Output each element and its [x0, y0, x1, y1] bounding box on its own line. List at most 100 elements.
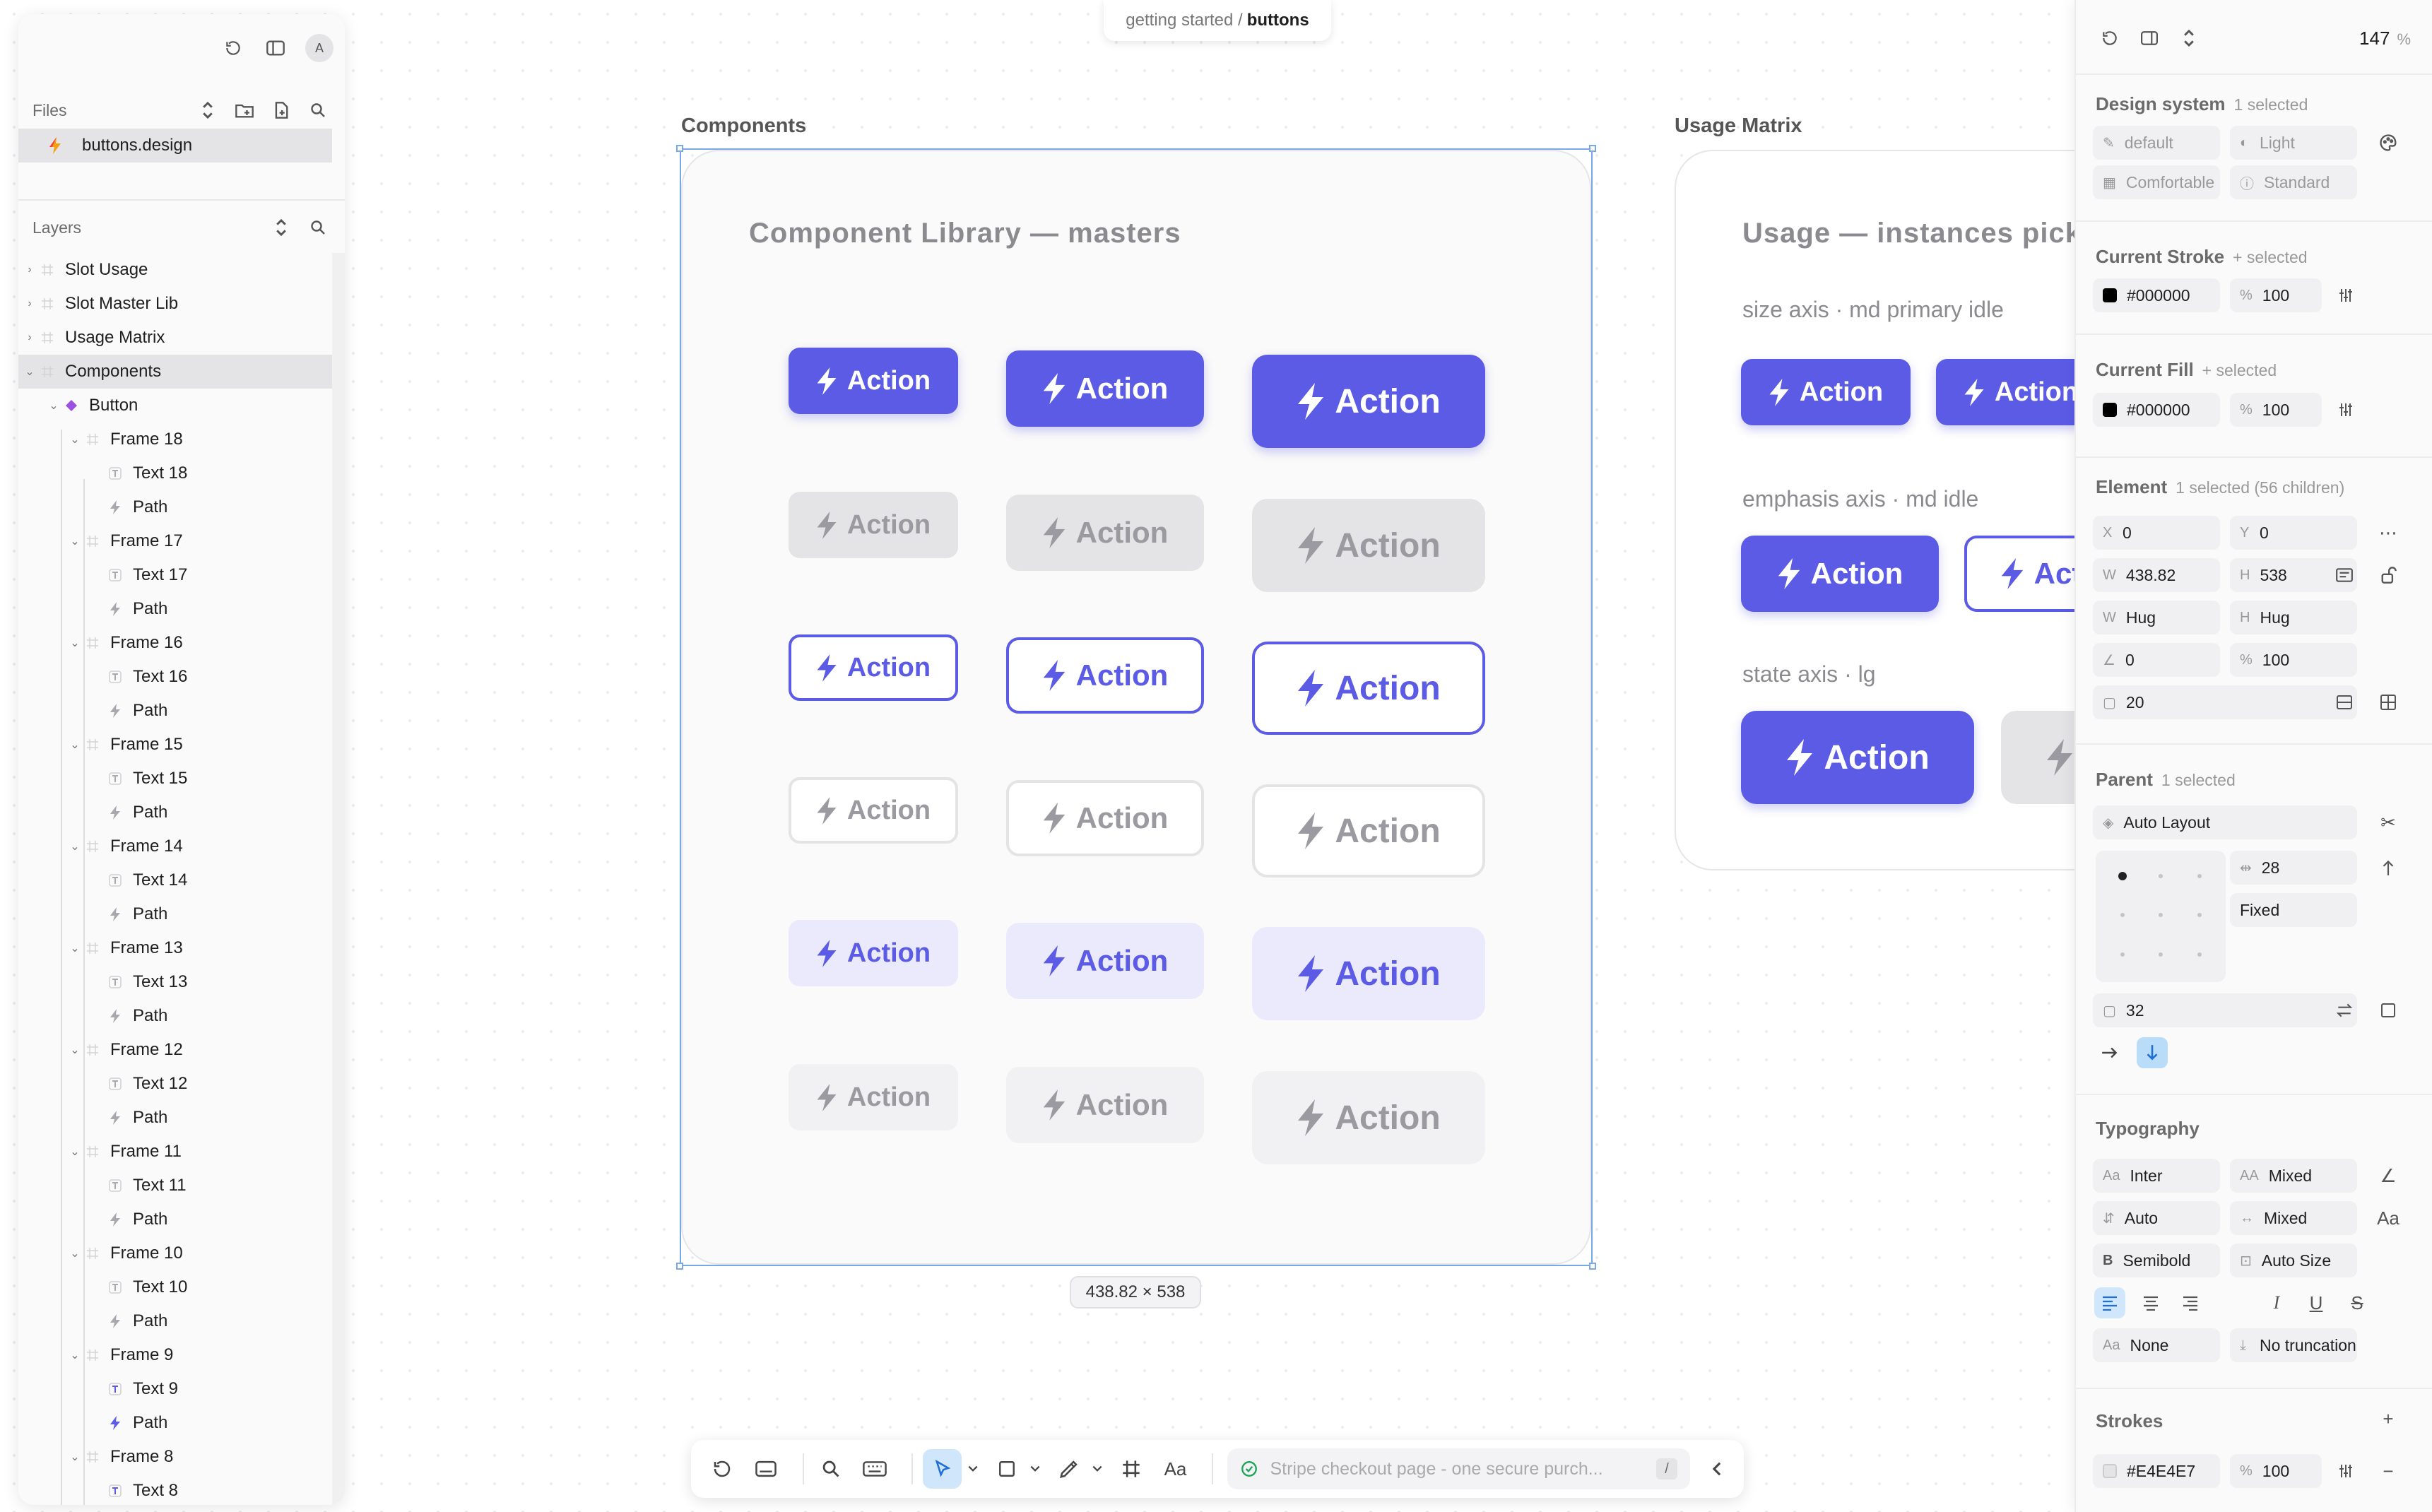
underline-icon[interactable]: U: [2303, 1290, 2329, 1316]
action-button-outline-disabled-md[interactable]: Action: [1006, 780, 1204, 856]
rectangle-tool-icon[interactable]: [990, 1449, 1024, 1489]
radius-field[interactable]: ▢ 20: [2093, 685, 2357, 719]
layer-item[interactable]: Path: [18, 592, 332, 626]
arrow-down-icon[interactable]: [2137, 1037, 2168, 1068]
strokes-settings-icon[interactable]: [2333, 1458, 2359, 1484]
align-right-icon[interactable]: [2178, 1290, 2203, 1316]
history-icon[interactable]: [220, 35, 246, 61]
stroke-color-field[interactable]: #000000: [2093, 278, 2220, 312]
layers-sort-icon[interactable]: [268, 215, 294, 240]
caret-icon[interactable]: ⌄: [24, 365, 35, 379]
refresh-icon[interactable]: [2097, 25, 2123, 51]
layers-search-icon[interactable]: [305, 215, 331, 240]
font-family-field[interactable]: Aa Inter: [2093, 1159, 2220, 1193]
strikethrough-icon[interactable]: S: [2344, 1290, 2370, 1316]
caret-icon[interactable]: ⌄: [69, 432, 81, 447]
arrow-right-icon[interactable]: [2097, 1040, 2123, 1065]
fill-color-field[interactable]: #000000: [2093, 393, 2220, 427]
pen-tool-chevron-icon[interactable]: [1090, 1449, 1104, 1489]
color-swatch[interactable]: [2103, 288, 2117, 302]
auto-layout-field[interactable]: ◈ Auto Layout: [2093, 805, 2357, 839]
layer-item[interactable]: Path: [18, 999, 332, 1033]
density-field[interactable]: ▦ Comfortable: [2093, 165, 2220, 199]
line-height-field[interactable]: ⇵ Auto: [2093, 1201, 2220, 1235]
sizing-field[interactable]: Fixed: [2230, 893, 2357, 927]
scissors-icon[interactable]: ✂: [2375, 810, 2401, 835]
layer-item[interactable]: Text 11: [18, 1169, 332, 1203]
new-folder-icon[interactable]: [232, 98, 257, 123]
layer-item[interactable]: Path: [18, 1406, 332, 1440]
alignment-dot[interactable]: [2197, 952, 2202, 957]
action-button-ghost-disabled-lg[interactable]: Action: [1252, 1071, 1485, 1164]
alignment-dot[interactable]: [2159, 913, 2163, 917]
caret-icon[interactable]: ⌄: [69, 738, 81, 752]
new-file-icon[interactable]: [268, 98, 294, 123]
rectangle-tool-chevron-icon[interactable]: [1028, 1449, 1042, 1489]
action-button-primary-lg[interactable]: Action: [1252, 355, 1485, 448]
fill-opacity-field[interactable]: % 100: [2230, 393, 2322, 427]
padding-box-icon[interactable]: [2375, 998, 2401, 1023]
stroke-opacity-field[interactable]: % 100: [2230, 278, 2322, 312]
frame-tool-icon[interactable]: [1114, 1449, 1148, 1489]
text-tool-icon[interactable]: Aa: [1158, 1449, 1192, 1489]
text-angle-icon[interactable]: ∠: [2375, 1163, 2401, 1188]
y-field[interactable]: Y0: [2230, 516, 2357, 550]
layer-item[interactable]: ⌄ Frame 14: [18, 829, 332, 863]
layer-item[interactable]: ⌄ Frame 16: [18, 626, 332, 660]
layer-item[interactable]: Path: [18, 694, 332, 728]
caret-icon[interactable]: ⌄: [69, 1145, 81, 1159]
text-style-icon[interactable]: Aa: [2375, 1205, 2401, 1231]
caret-icon[interactable]: ⌄: [69, 1246, 81, 1260]
resize-handle[interactable]: [1589, 1263, 1596, 1270]
mode-field[interactable]: ◐ Light: [2230, 126, 2357, 160]
action-button-disabled-sm[interactable]: Action: [789, 492, 958, 558]
padding-field[interactable]: ▢ 32: [2093, 993, 2357, 1027]
layer-item[interactable]: Path: [18, 1304, 332, 1338]
truncation-field[interactable]: ⤓ No truncation: [2230, 1328, 2357, 1362]
width-mode-field[interactable]: W Hug: [2093, 601, 2220, 634]
alignment-grid[interactable]: [2096, 851, 2226, 982]
caret-icon[interactable]: ⌄: [69, 1348, 81, 1362]
alignment-dot[interactable]: [2120, 952, 2125, 957]
alignment-dot[interactable]: [2120, 913, 2125, 917]
x-field[interactable]: X0: [2093, 516, 2220, 550]
action-button-ghost-disabled-md[interactable]: Action: [1006, 1067, 1204, 1143]
text-case-field[interactable]: Aa None: [2093, 1328, 2220, 1362]
swap-icon[interactable]: [2332, 998, 2357, 1023]
gap-field[interactable]: ⇹ 28: [2230, 851, 2357, 885]
independent-corners-icon[interactable]: [2332, 690, 2357, 715]
width-field[interactable]: W 438.82: [2093, 558, 2220, 592]
layer-item[interactable]: ⌄ Button: [18, 389, 332, 423]
resize-handle[interactable]: [676, 145, 683, 152]
caret-icon[interactable]: ›: [24, 331, 35, 344]
caret-icon[interactable]: ⌄: [48, 398, 59, 413]
caret-icon[interactable]: ⌄: [69, 1450, 81, 1464]
rotation-field[interactable]: ∠ 0: [2093, 643, 2220, 677]
search-icon[interactable]: [305, 98, 331, 123]
opacity-field[interactable]: % 100: [2230, 643, 2357, 677]
layer-item[interactable]: › Usage Matrix: [18, 321, 332, 355]
layer-item[interactable]: ⌄ Frame 8: [18, 1440, 332, 1474]
layer-item[interactable]: Text 13: [18, 965, 332, 999]
action-button-outline-disabled-lg[interactable]: Action: [1252, 784, 1485, 878]
action-button-primary-sm[interactable]: Action: [789, 348, 958, 414]
sidebar-toggle-icon[interactable]: [263, 35, 288, 61]
layer-item[interactable]: ⌄ Frame 18: [18, 423, 332, 456]
caret-icon[interactable]: ⌄: [69, 941, 81, 955]
layer-item[interactable]: ⌄ Frame 12: [18, 1033, 332, 1067]
breadcrumb-parent[interactable]: getting started /: [1126, 11, 1242, 30]
zoom-icon[interactable]: [814, 1449, 848, 1489]
action-button-ghost-lg[interactable]: Action: [1252, 927, 1485, 1020]
collapse-chevron-icon[interactable]: [1700, 1449, 1734, 1489]
action-button-outline-sm[interactable]: Action: [789, 634, 958, 701]
expand-icon[interactable]: [2176, 25, 2202, 51]
caret-icon[interactable]: ⌄: [69, 534, 81, 548]
layer-item[interactable]: Text 18: [18, 456, 332, 490]
font-weight-field[interactable]: B Semibold: [2093, 1244, 2220, 1277]
layer-item[interactable]: › Slot Usage: [18, 253, 332, 287]
action-button-disabled-md[interactable]: Action: [1006, 495, 1204, 571]
layer-item[interactable]: ⌄ Components: [18, 355, 332, 389]
action-button-outline-md[interactable]: Action: [1006, 637, 1204, 714]
panel-layout-icon[interactable]: [2137, 25, 2162, 51]
direction-icon[interactable]: [2375, 855, 2401, 880]
